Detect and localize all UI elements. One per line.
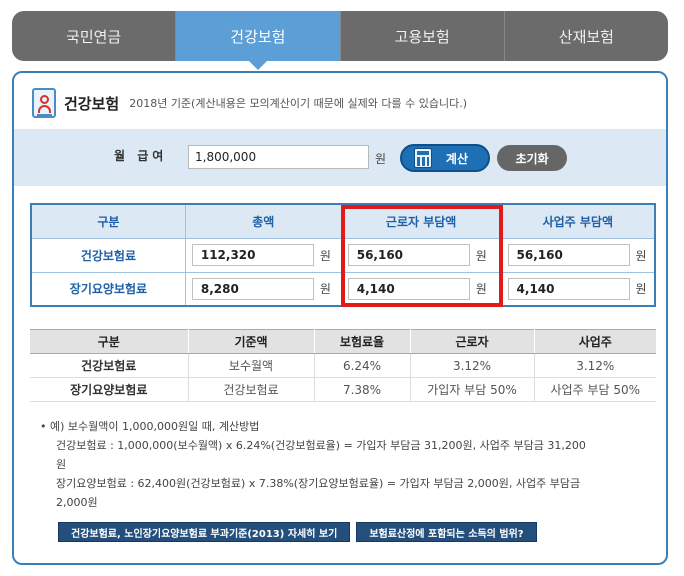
- example-line: 건강보험료 : 1,000,000(보수월액) x 6.24%(건강보험료율) …: [56, 439, 586, 452]
- calculator-icon: [414, 148, 432, 168]
- table-cell: 건강보험료: [188, 377, 315, 402]
- column-header: 기준액: [188, 329, 315, 354]
- table-cell: 3.12%: [410, 353, 535, 378]
- salary-label: 월 급여: [114, 149, 168, 163]
- info-links: 건강보험료, 노인장기요양보험료 부과기준(2013) 자세히 보기 보험료산정…: [58, 522, 537, 542]
- panel-header: 건강보험 2018년 기준(계산내용은 모의계산이기 때문에 실제와 다를 수 …: [32, 87, 467, 119]
- ltc-total-field: 8,280: [191, 277, 314, 300]
- unit-label: 원: [319, 282, 331, 297]
- calculate-button[interactable]: 계산: [400, 144, 490, 172]
- example-line: 2,000원: [56, 496, 98, 509]
- table-row: 장기요양보험료 건강보험료 7.38% 가입자 부담 50% 사업주 부담 50…: [30, 377, 656, 402]
- row-label: 장기요양보험료: [30, 271, 186, 307]
- health-employer-field: 56,160: [507, 244, 630, 266]
- panel-title: 건강보험: [64, 94, 120, 113]
- column-header: 사업주 부담액: [500, 203, 656, 239]
- table-row: 건강보험료 보수월액 6.24% 3.12% 3.12%: [30, 353, 656, 378]
- table-cell: 사업주 부담 50%: [534, 377, 656, 402]
- tab-employment-insurance[interactable]: 고용보험: [341, 11, 505, 61]
- reset-button[interactable]: 초기화: [497, 145, 567, 171]
- id-card-icon: [32, 88, 56, 118]
- unit-label: 원: [319, 248, 331, 263]
- panel-description: 2018년 기준(계산내용은 모의계산이기 때문에 실제와 다를 수 있습니다.…: [129, 97, 467, 110]
- table-cell: 3.12%: [534, 353, 656, 378]
- rate-table: 구분 기준액 보험료율 근로자 사업주 건강보험료 보수월액 6.24% 3.1…: [30, 329, 656, 402]
- table-cell: 보수월액: [188, 353, 315, 378]
- insurance-tabs: 국민연금 건강보험 고용보험 산재보험: [12, 11, 668, 61]
- calculate-button-label: 계산: [445, 151, 468, 166]
- calculator-panel: 건강보험 2018년 기준(계산내용은 모의계산이기 때문에 실제와 다를 수 …: [12, 71, 668, 565]
- tab-industrial-accident-insurance[interactable]: 산재보험: [505, 11, 668, 61]
- example-line: 원: [56, 458, 67, 471]
- unit-label: 원: [635, 248, 647, 263]
- table-cell: 6.24%: [314, 353, 411, 378]
- tab-national-pension[interactable]: 국민연금: [12, 11, 177, 61]
- column-header: 총액: [184, 203, 342, 239]
- example-heading: 예) 보수월액이 1,000,000원일 때, 계산방법: [40, 417, 656, 436]
- salary-input[interactable]: 1,800,000: [188, 145, 369, 169]
- salary-input-bar: 월 급여 1,800,000 원 계산 초기화: [14, 129, 666, 186]
- unit-label: 원: [635, 282, 647, 297]
- column-header: 보험료율: [314, 329, 411, 354]
- row-label: 건강보험료: [30, 353, 189, 378]
- row-label: 장기요양보험료: [30, 377, 189, 402]
- table-cell: 가입자 부담 50%: [410, 377, 535, 402]
- table-cell: 7.38%: [314, 377, 411, 402]
- column-header: 구분: [30, 203, 186, 239]
- ltc-employer-field: 4,140: [507, 277, 630, 300]
- column-header: 구분: [30, 329, 189, 354]
- income-scope-link[interactable]: 보험료산정에 포함되는 소득의 범위?: [356, 522, 537, 542]
- health-total-field: 112,320: [191, 244, 314, 266]
- salary-unit: 원: [375, 152, 387, 166]
- calculation-example: 예) 보수월액이 1,000,000원일 때, 계산방법 건강보험료 : 1,0…: [40, 417, 656, 512]
- worker-column-highlight: [341, 205, 503, 307]
- tab-health-insurance[interactable]: 건강보험: [176, 11, 341, 61]
- column-header: 근로자: [410, 329, 535, 354]
- rate-table-header: 구분 기준액 보험료율 근로자 사업주: [30, 329, 656, 354]
- row-label: 건강보험료: [30, 237, 186, 273]
- example-line: 장기요양보험료 : 62,400원(건강보험료) x 7.38%(장기요양보험료…: [56, 477, 581, 490]
- column-header: 사업주: [534, 329, 656, 354]
- contribution-criteria-link[interactable]: 건강보험료, 노인장기요양보험료 부과기준(2013) 자세히 보기: [58, 522, 351, 542]
